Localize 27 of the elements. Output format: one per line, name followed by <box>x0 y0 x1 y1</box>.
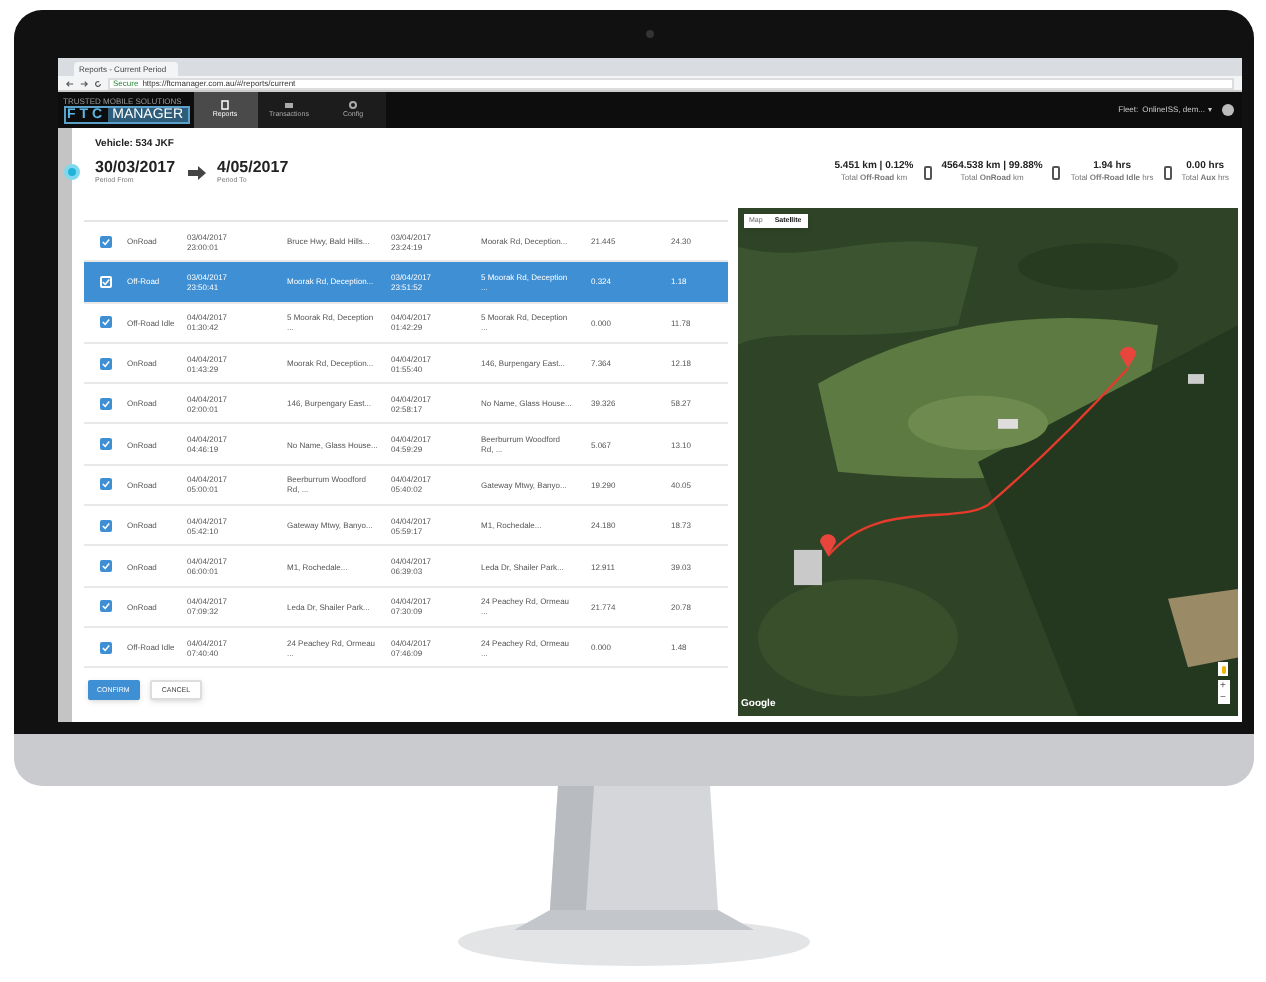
map-pin-icon[interactable] <box>819 534 835 556</box>
avatar-icon[interactable] <box>1221 104 1233 116</box>
checkbox[interactable] <box>99 641 111 654</box>
checkbox[interactable] <box>99 600 111 613</box>
arrow-icon <box>187 165 206 180</box>
period-date: 4/05/2017 <box>217 159 289 175</box>
checkbox[interactable] <box>99 519 111 532</box>
document-icon <box>220 100 230 111</box>
checkbox[interactable] <box>99 438 111 451</box>
checkbox[interactable] <box>99 275 111 288</box>
checkbox[interactable] <box>99 357 111 370</box>
checkbox[interactable] <box>99 316 111 329</box>
checkbox[interactable] <box>99 235 111 248</box>
device-icon <box>1163 165 1172 179</box>
checkbox[interactable] <box>99 560 111 573</box>
device-icon <box>1052 165 1061 179</box>
caret-icon <box>1207 108 1211 112</box>
reload-icon[interactable] <box>93 79 101 87</box>
checkbox[interactable] <box>99 397 111 410</box>
device-icon <box>923 165 932 179</box>
camera-icon <box>645 30 653 38</box>
forward-icon[interactable] <box>79 79 87 87</box>
back-icon[interactable] <box>65 79 73 87</box>
gear-icon <box>348 100 358 111</box>
pegman-icon[interactable] <box>1218 662 1228 676</box>
checkbox[interactable] <box>99 478 111 491</box>
period-date: 30/03/2017 <box>95 159 176 175</box>
